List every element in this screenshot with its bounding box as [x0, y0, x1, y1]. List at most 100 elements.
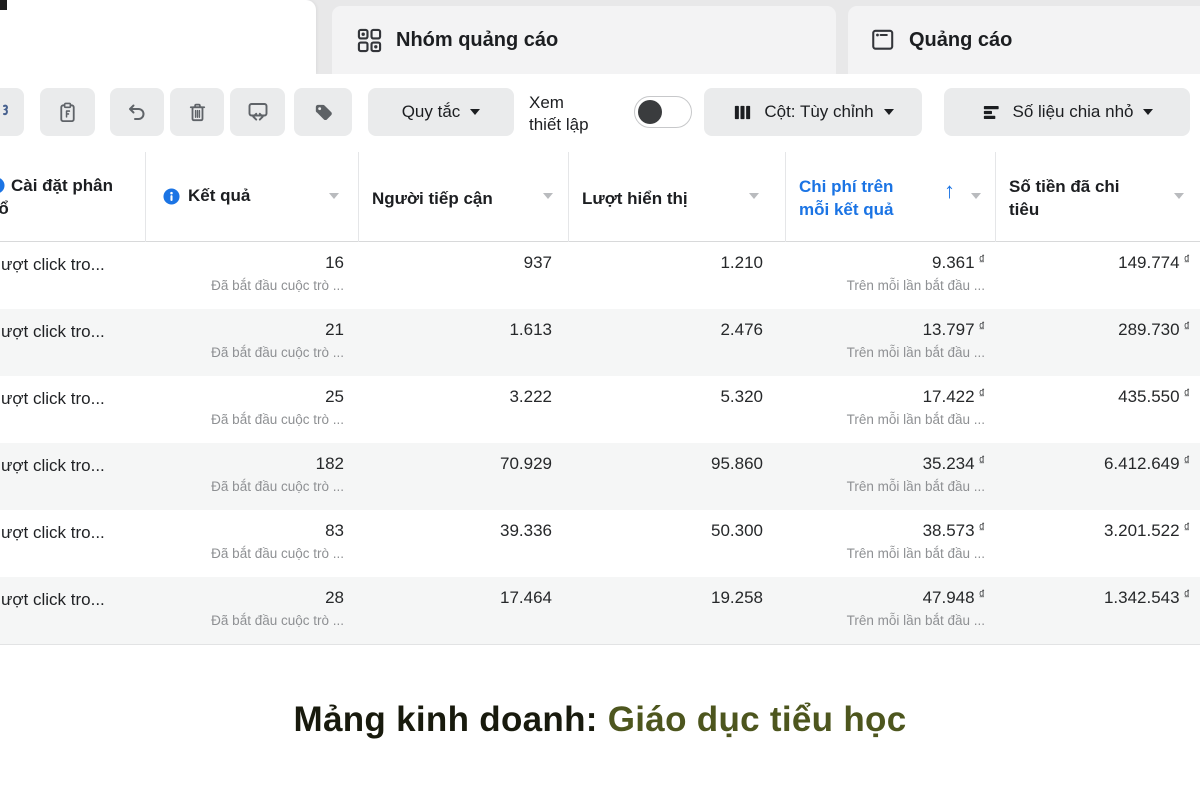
undo-button[interactable] — [110, 88, 164, 136]
row-setting: ượt click tro... — [1, 456, 105, 476]
row-setting: ượt click tro... — [1, 523, 105, 543]
row-reach: 39.336 — [358, 521, 552, 541]
row-cost-per-result: 38.573₫ — [785, 521, 985, 541]
column-header-amount-spent[interactable]: Số tiền đã chi tiêu — [1009, 175, 1131, 221]
column-menu-caret[interactable] — [543, 193, 553, 199]
row-impressions: 95.860 — [568, 454, 763, 474]
column-menu-caret[interactable] — [1174, 193, 1184, 199]
column-menu-caret[interactable] — [329, 193, 339, 199]
row-result: 83 — [145, 521, 344, 541]
currency-symbol: ₫ — [979, 320, 985, 334]
table-row[interactable]: ượt click tro... 21 Đã bắt đầu cuộc trò … — [0, 309, 1200, 376]
row-setting: ượt click tro... — [1, 255, 105, 275]
row-reach: 3.222 — [358, 387, 552, 407]
caption-highlight: Giáo dục tiểu học — [608, 700, 907, 739]
currency-symbol: ₫ — [1184, 588, 1190, 602]
tab-campaigns-active[interactable] — [0, 0, 316, 74]
row-result-sub: Đã bắt đầu cuộc trò ... — [125, 613, 344, 628]
undo-icon — [125, 100, 149, 124]
column-header-cost-per-result[interactable]: Chi phí trên mỗi kết quả — [799, 175, 915, 221]
row-result: 16 — [145, 253, 344, 273]
columns-button-label: Cột: Tùy chỉnh — [764, 102, 873, 122]
tag-button[interactable] — [294, 88, 352, 136]
caption: Mảng kinh doanh: Giáo dục tiểu học — [0, 700, 1200, 740]
row-setting: ượt click tro... — [1, 590, 105, 610]
column-header-results[interactable]: Kết quả — [163, 186, 250, 206]
currency-symbol: ₫ — [979, 454, 985, 468]
row-impressions: 50.300 — [568, 521, 763, 541]
row-cost-per-result: 35.234₫ — [785, 454, 985, 474]
sort-ascending-icon[interactable]: ↑ — [944, 178, 955, 204]
row-result: 25 — [145, 387, 344, 407]
tab-strip: Nhóm quảng cáo Quảng cáo — [0, 0, 1200, 74]
row-setting: ượt click tro... — [1, 322, 105, 342]
row-cost-per-result: 47.948₫ — [785, 588, 985, 608]
table-row[interactable]: ượt click tro... 16 Đã bắt đầu cuộc trò … — [0, 242, 1200, 309]
delete-button[interactable] — [170, 88, 224, 136]
row-amount-spent: 6.412.649₫ — [995, 454, 1190, 474]
row-impressions: 1.210 — [568, 253, 763, 273]
row-amount-spent: 435.550₫ — [995, 387, 1190, 407]
tab-ads[interactable]: Quảng cáo — [848, 6, 1200, 74]
breakdown-button[interactable]: Số liệu chia nhỏ — [944, 88, 1190, 136]
row-reach: 1.613 — [358, 320, 552, 340]
row-cost-sub: Trên mỗi lần bắt đầu ... — [765, 613, 985, 628]
column-header-attribution[interactable]: Cài đặt phân bổ — [0, 174, 124, 220]
row-setting: ượt click tro... — [1, 389, 105, 409]
table-header: Cài đặt phân bổ Kết quả Người tiếp cận L… — [0, 152, 1200, 242]
copy-icon — [0, 101, 22, 123]
row-result-sub: Đã bắt đầu cuộc trò ... — [125, 479, 344, 494]
caption-prefix: Mảng kinh doanh: — [294, 700, 608, 739]
table-row[interactable]: ượt click tro... 83 Đã bắt đầu cuộc trò … — [0, 510, 1200, 577]
row-cost-per-result: 17.422₫ — [785, 387, 985, 407]
columns-button[interactable]: Cột: Tùy chỉnh — [704, 88, 922, 136]
currency-symbol: ₫ — [1184, 253, 1190, 267]
row-cost-sub: Trên mỗi lần bắt đầu ... — [765, 546, 985, 561]
row-result: 21 — [145, 320, 344, 340]
paste-button[interactable] — [40, 88, 95, 136]
currency-symbol: ₫ — [979, 521, 985, 535]
table-row[interactable]: ượt click tro... 28 Đã bắt đầu cuộc trò … — [0, 577, 1200, 644]
preview-button[interactable] — [230, 88, 285, 136]
currency-symbol: ₫ — [1184, 454, 1190, 468]
row-result-sub: Đã bắt đầu cuộc trò ... — [125, 412, 344, 427]
column-header-reach[interactable]: Người tiếp cận — [372, 189, 493, 209]
tab-ads-label: Quảng cáo — [909, 29, 1012, 52]
view-setup-toggle[interactable] — [634, 96, 692, 128]
tab-ad-sets-label: Nhóm quảng cáo — [396, 29, 558, 52]
table-bottom-border — [0, 644, 1200, 645]
row-impressions: 2.476 — [568, 320, 763, 340]
table-row[interactable]: ượt click tro... 182 Đã bắt đầu cuộc trò… — [0, 443, 1200, 510]
table-row[interactable]: ượt click tro... 25 Đã bắt đầu cuộc trò … — [0, 376, 1200, 443]
row-amount-spent: 149.774₫ — [995, 253, 1190, 273]
chevron-down-icon — [1143, 109, 1153, 115]
column-menu-caret[interactable] — [749, 193, 759, 199]
column-menu-caret[interactable] — [971, 193, 981, 199]
row-cost-per-result: 13.797₫ — [785, 320, 985, 340]
breakdown-icon — [981, 102, 1002, 123]
currency-symbol: ₫ — [979, 387, 985, 401]
row-cost-sub: Trên mỗi lần bắt đầu ... — [765, 345, 985, 360]
info-icon — [163, 188, 180, 205]
row-amount-spent: 1.342.543₫ — [995, 588, 1190, 608]
tab-ad-sets[interactable]: Nhóm quảng cáo — [332, 6, 836, 74]
breakdown-button-label: Số liệu chia nhỏ — [1013, 102, 1134, 122]
cropped-corner-mark — [0, 0, 7, 10]
toggle-knob — [638, 100, 662, 124]
row-result-sub: Đã bắt đầu cuộc trò ... — [125, 546, 344, 561]
info-icon — [0, 177, 5, 194]
toolbar: Quy tắc Xem thiết lập Cột: Tùy chỉnh — [0, 74, 1200, 152]
row-cost-per-result: 9.361₫ — [785, 253, 985, 273]
row-result-sub: Đã bắt đầu cuộc trò ... — [125, 278, 344, 293]
currency-symbol: ₫ — [979, 253, 985, 267]
currency-symbol: ₫ — [1184, 521, 1190, 535]
copy-button-partial[interactable] — [0, 88, 24, 136]
rules-button-label: Quy tắc — [402, 102, 461, 122]
rules-button[interactable]: Quy tắc — [368, 88, 514, 136]
row-result-sub: Đã bắt đầu cuộc trò ... — [125, 345, 344, 360]
row-amount-spent: 3.201.522₫ — [995, 521, 1190, 541]
preview-swap-icon — [246, 100, 270, 124]
column-header-impressions[interactable]: Lượt hiển thị — [582, 189, 688, 209]
row-cost-sub: Trên mỗi lần bắt đầu ... — [765, 479, 985, 494]
ads-manager-screen: Nhóm quảng cáo Quảng cáo — [0, 0, 1200, 800]
